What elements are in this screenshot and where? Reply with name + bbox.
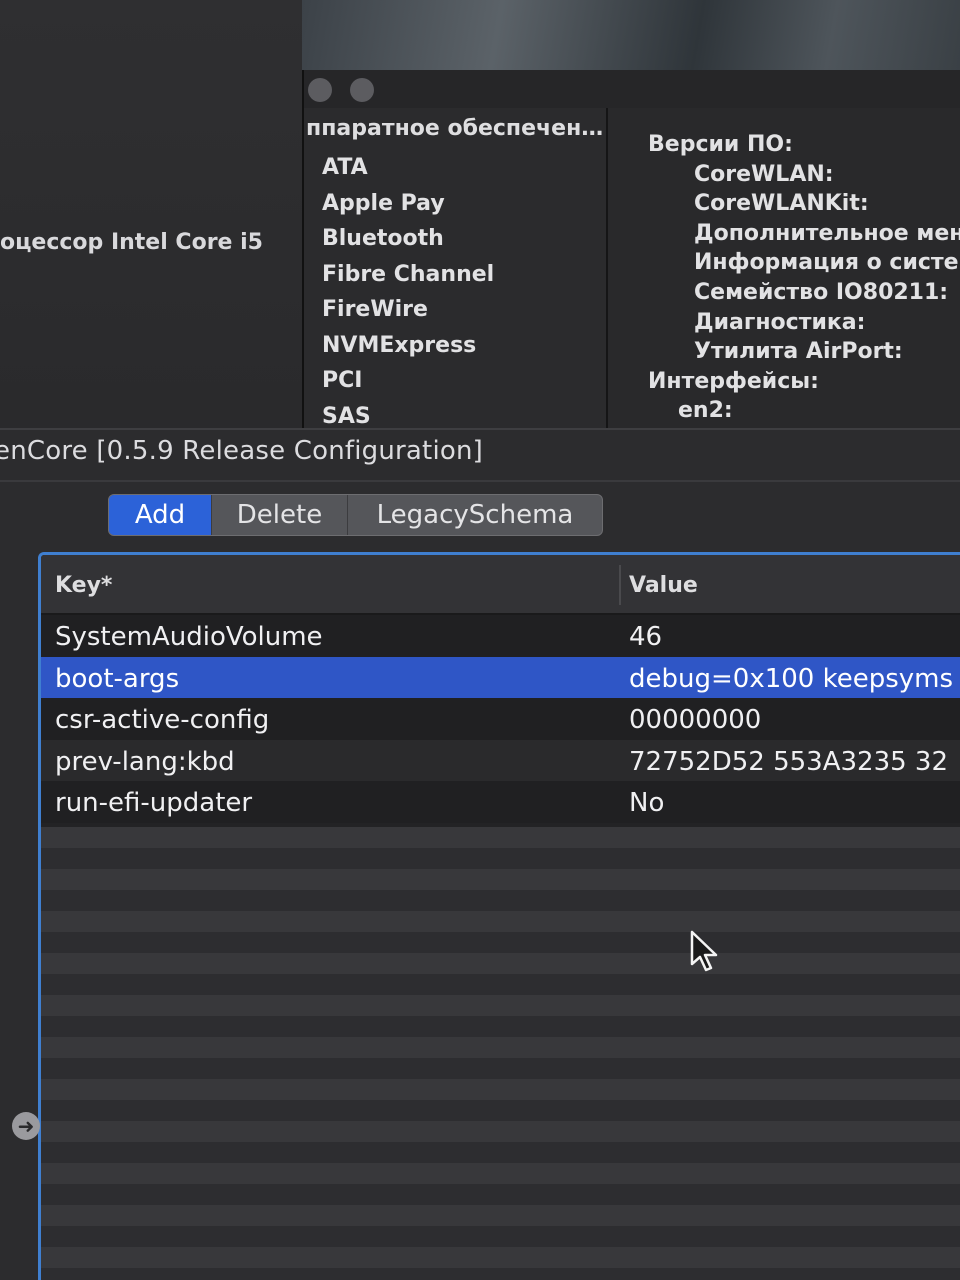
cpu-label: оцессор Intel Core i5 bbox=[0, 230, 263, 255]
title-divider bbox=[0, 480, 960, 482]
nvram-table[interactable]: Key* Value SystemAudioVolume 46 boot-args d… bbox=[38, 552, 960, 1280]
detail-item: CoreWLANKit: bbox=[694, 191, 869, 217]
table-row[interactable]: run-efi-updater No bbox=[41, 781, 960, 823]
cell-value[interactable]: debug=0x100 keepsyms bbox=[629, 657, 953, 699]
detail-item: Утилита AirPort: bbox=[694, 339, 903, 365]
hardware-list: ATA Apple Pay Bluetooth Fibre Channel FireWi… bbox=[322, 150, 494, 428]
table-header: Key* Value bbox=[41, 555, 960, 615]
sidebar-item-apple-pay[interactable]: Apple Pay bbox=[322, 186, 494, 222]
cell-key[interactable]: csr-active-config bbox=[55, 698, 269, 740]
sidebar-item-bluetooth[interactable]: Bluetooth bbox=[322, 221, 494, 257]
sidebar-item-fibre-channel[interactable]: Fibre Channel bbox=[322, 257, 494, 293]
cell-value[interactable]: 72752D52 553A3235 32 bbox=[629, 740, 948, 782]
sidebar-item-ata[interactable]: ATA bbox=[322, 150, 494, 186]
cell-key[interactable]: boot-args bbox=[55, 657, 179, 699]
detail-item: Версии ПО: bbox=[648, 132, 793, 157]
table-empty-area bbox=[41, 827, 960, 1280]
column-header-value[interactable]: Value bbox=[629, 555, 698, 613]
table-rows: SystemAudioVolume 46 boot-args debug=0x100 … bbox=[41, 615, 960, 823]
column-divider[interactable] bbox=[619, 565, 621, 605]
table-row[interactable]: prev-lang:kbd 72752D52 553A3235 32 bbox=[41, 739, 960, 782]
detail-list: Версии ПО: CoreWLAN: CoreWLANKit: Дополните… bbox=[648, 130, 960, 426]
window-close-button[interactable] bbox=[308, 78, 332, 102]
mouse-cursor-icon bbox=[690, 930, 718, 972]
window-title: enCore [0.5.9 Release Configuration] bbox=[0, 436, 483, 466]
sidebar-item-pci[interactable]: PCI bbox=[322, 363, 494, 399]
detail-item: Диагностика: bbox=[694, 309, 866, 335]
table-row[interactable]: csr-active-config 00000000 bbox=[41, 698, 960, 740]
detail-item: en2: bbox=[678, 398, 733, 424]
sidebar-item-firewire[interactable]: FireWire bbox=[322, 292, 494, 328]
cell-key[interactable]: SystemAudioVolume bbox=[55, 615, 323, 657]
sidebar-header-hardware[interactable]: ппаратное обеспечен… bbox=[306, 116, 603, 141]
detail-item: Дополнительное мен bbox=[694, 220, 960, 246]
hardware-sidebar: ппаратное обеспечен… ATA Apple Pay Bluetoo… bbox=[304, 108, 608, 428]
background-left-pane: оцессор Intel Core i5 bbox=[0, 0, 302, 428]
cell-key[interactable]: run-efi-updater bbox=[55, 781, 252, 823]
sidebar-item-nvmexpress[interactable]: NVMExpress bbox=[322, 328, 494, 364]
column-header-key[interactable]: Key* bbox=[55, 555, 112, 613]
table-row[interactable]: boot-args debug=0x100 keepsyms bbox=[41, 656, 960, 699]
table-row[interactable]: SystemAudioVolume 46 bbox=[41, 615, 960, 657]
cell-key[interactable]: prev-lang:kbd bbox=[55, 740, 235, 782]
detail-item: Информация о систе bbox=[694, 250, 959, 276]
tab-add[interactable]: Add bbox=[109, 495, 212, 535]
desktop-wallpaper-strip bbox=[302, 0, 960, 70]
detail-item: Семейство IO80211: bbox=[694, 279, 949, 305]
detail-item: CoreWLAN: bbox=[694, 161, 834, 187]
cell-value[interactable]: No bbox=[629, 781, 664, 823]
cell-value[interactable]: 46 bbox=[629, 615, 662, 657]
cell-value[interactable]: 00000000 bbox=[629, 698, 761, 740]
window-minimize-button[interactable] bbox=[350, 78, 374, 102]
arrow-right-icon[interactable]: ➜ bbox=[12, 1112, 40, 1140]
tab-delete[interactable]: Delete bbox=[212, 495, 348, 535]
detail-item: Интерфейсы: bbox=[648, 368, 819, 394]
sidebar-item-sas[interactable]: SAS bbox=[322, 399, 494, 429]
system-information-window: ппаратное обеспечен… ATA Apple Pay Bluetoo… bbox=[302, 70, 960, 428]
nvram-segmented-control: Add Delete LegacySchema bbox=[108, 494, 603, 536]
opencore-window: enCore [0.5.9 Release Configuration] Add… bbox=[0, 428, 960, 1280]
detail-pane: Версии ПО: CoreWLAN: CoreWLANKit: Дополните… bbox=[608, 108, 960, 428]
screen: оцессор Intel Core i5 ппаратное обеспече… bbox=[0, 0, 960, 1280]
tab-legacyschema[interactable]: LegacySchema bbox=[348, 495, 602, 535]
